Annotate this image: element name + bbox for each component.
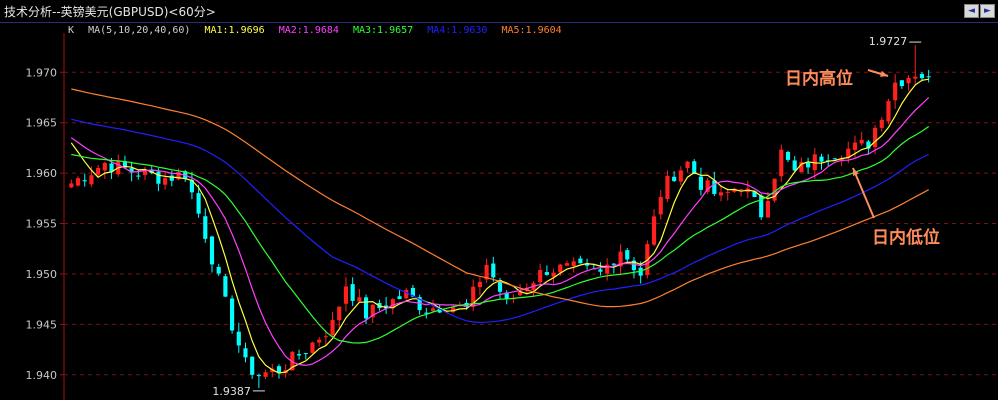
candle-body	[357, 297, 362, 302]
candle-body	[343, 286, 349, 304]
y-tick-label: 1.970	[26, 66, 58, 79]
candle-body	[330, 319, 335, 336]
y-tick-label: 1.965	[26, 117, 58, 130]
candle-body	[779, 149, 784, 177]
candle-body	[163, 178, 168, 185]
candle-body	[363, 297, 369, 319]
candle-body	[136, 175, 141, 177]
candle-body	[236, 331, 241, 346]
candle-body	[765, 200, 770, 218]
candle-body	[310, 342, 315, 353]
candle-body	[739, 189, 744, 191]
candle-body	[317, 339, 322, 343]
y-tick-label: 1.950	[26, 268, 58, 281]
candle-body	[350, 284, 355, 301]
y-tick-label: 1.955	[26, 218, 58, 231]
candle-body	[196, 193, 201, 214]
candle-body	[598, 269, 603, 272]
candle-body	[571, 261, 576, 267]
high-value-label: 1.9727	[869, 35, 908, 48]
candle-body	[203, 216, 208, 239]
candle-body	[397, 296, 402, 300]
y-tick-label: 1.945	[26, 318, 58, 331]
candle-body	[879, 119, 884, 128]
candle-body	[564, 263, 570, 266]
candle-body	[216, 266, 221, 274]
annotation-intraday-high: 日内高位	[785, 68, 853, 89]
candle-body	[886, 101, 891, 122]
candle-body	[718, 192, 724, 196]
candle-body	[96, 167, 101, 175]
candle-body	[89, 175, 94, 185]
candle-body	[893, 82, 898, 101]
candle-body	[698, 176, 704, 190]
candle-body	[156, 171, 161, 184]
candle-body	[75, 178, 81, 186]
candle-body	[899, 80, 904, 87]
candle-body	[491, 263, 496, 278]
candle-body	[250, 356, 255, 375]
candle-body	[263, 372, 268, 377]
candle-body	[712, 180, 717, 194]
candle-body	[872, 127, 878, 148]
annotation-intraday-low: 日内低位	[872, 227, 940, 248]
candle-body	[605, 264, 610, 274]
candle-body	[913, 76, 918, 79]
candle-body	[82, 180, 87, 182]
candle-body	[69, 183, 74, 188]
candle-body	[792, 160, 797, 171]
candlestick-chart: 1.940 1.945 1.950 1.955 1.960 1.965 1.970 1.97…	[26, 33, 998, 400]
candle-body	[323, 336, 328, 338]
candle-body	[578, 258, 583, 264]
candle-body	[832, 158, 837, 160]
candle-body	[337, 306, 342, 321]
candle-body	[544, 272, 549, 275]
candle-body	[685, 161, 690, 168]
candle-body	[625, 250, 630, 260]
ma2-line	[70, 97, 930, 367]
candle-body	[658, 197, 663, 215]
candle-body	[558, 264, 563, 273]
candle-body	[477, 281, 482, 288]
candle-body	[919, 73, 925, 79]
candle-body	[430, 308, 436, 311]
candle-body	[859, 139, 864, 144]
candle-body	[243, 348, 248, 358]
labels: 1.9727 1.9387 日内高位日内低位	[212, 35, 940, 398]
candle-body	[806, 162, 811, 168]
candle-body	[651, 216, 657, 245]
candle-body	[926, 76, 931, 78]
candles	[69, 45, 931, 388]
annotation-low-arrow	[852, 167, 875, 219]
candle-body	[785, 152, 791, 160]
candle-body	[296, 354, 302, 356]
candle-body	[538, 270, 543, 283]
candle-body	[906, 77, 911, 84]
ma3-line	[71, 126, 930, 344]
candle-body	[611, 263, 616, 265]
candle-body	[665, 175, 670, 200]
ma1-line	[70, 78, 929, 374]
candle-body	[209, 236, 215, 265]
candle-body	[303, 353, 308, 355]
candle-body	[223, 276, 228, 297]
candle-body	[819, 156, 824, 162]
candle-body	[852, 142, 858, 150]
candle-body	[230, 298, 235, 331]
y-tick-label: 1.940	[26, 369, 58, 382]
candle-body	[678, 170, 683, 182]
candle-body	[404, 289, 409, 299]
candle-body	[102, 162, 107, 171]
moving-averages	[70, 78, 930, 374]
candle-body	[256, 375, 261, 377]
candle-body	[725, 191, 730, 193]
y-tick-label: 1.960	[26, 167, 58, 180]
low-value-label: 1.9387	[212, 385, 251, 398]
candle-body	[672, 176, 677, 182]
